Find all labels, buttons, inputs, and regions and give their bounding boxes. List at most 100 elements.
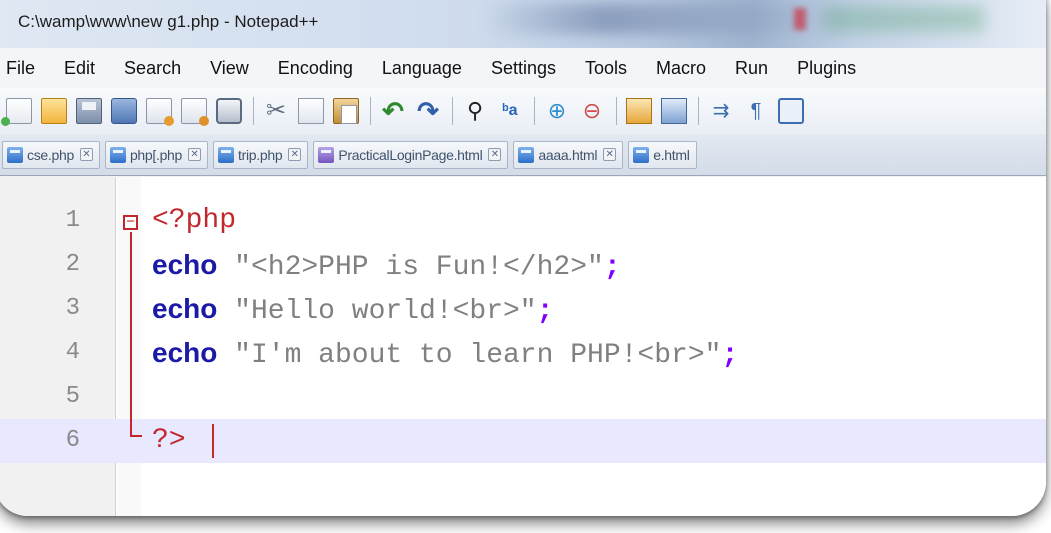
toolbar-separator	[616, 97, 617, 125]
close-icon[interactable]	[146, 98, 174, 126]
fold-collapse-icon[interactable]: −	[123, 214, 138, 230]
text-caret	[212, 424, 214, 458]
copy-icon[interactable]	[298, 98, 324, 124]
menu-edit[interactable]: Edit	[64, 58, 95, 79]
menu-macro[interactable]: Macro	[656, 58, 706, 79]
line-number: 6	[65, 427, 80, 454]
line-number: 5	[65, 383, 80, 410]
title-bar-blurred-region	[794, 8, 806, 30]
semicolon: ;	[536, 296, 554, 327]
toolbar: ✂ ↶ ↷ ⚲ ᵇa ⊕ ⊖ ⇉ ¶	[0, 88, 1046, 134]
keyword-echo: echo	[152, 293, 218, 324]
open-file-icon[interactable]	[41, 98, 67, 124]
string-literal: "<h2>PHP is Fun!</h2>"	[217, 252, 604, 283]
close-tab-icon[interactable]: ✕	[188, 148, 202, 161]
keyword-echo: echo	[152, 249, 218, 280]
print-icon[interactable]	[216, 98, 242, 124]
keyword-echo: echo	[152, 337, 218, 368]
document-icon	[633, 146, 650, 163]
toolbar-separator	[698, 97, 699, 125]
window-title: C:\wamp\www\new g1.php - Notepad++	[18, 12, 319, 31]
save-icon[interactable]	[76, 98, 102, 124]
menu-run[interactable]: Run	[735, 58, 768, 79]
code-text: echo "<h2>PHP is Fun!</h2>";	[152, 243, 621, 290]
menu-settings[interactable]: Settings	[491, 58, 556, 79]
line-number: 4	[65, 339, 80, 366]
close-tab-icon[interactable]: ✕	[288, 148, 302, 161]
close-tab-icon[interactable]: ✕	[488, 148, 502, 161]
tab-label: e.html	[653, 146, 690, 163]
tab-label: php[.php	[129, 146, 183, 163]
code-line[interactable]: 1 <?php	[0, 199, 1046, 243]
redo-icon[interactable]: ↷	[415, 98, 441, 124]
toolbar-separator	[534, 97, 535, 125]
tab-php-php[interactable]: php[.php ✕	[104, 140, 209, 169]
code-text: echo "I'm about to learn PHP!<br>";	[152, 331, 738, 378]
document-icon	[318, 146, 335, 163]
sync-horizontal-icon[interactable]	[661, 98, 687, 124]
document-icon	[7, 146, 23, 163]
php-close-tag: ?>	[152, 425, 186, 456]
code-line[interactable]: 2 echo "<h2>PHP is Fun!</h2>";	[0, 243, 1046, 287]
zoom-in-icon[interactable]: ⊕	[544, 98, 570, 124]
code-line[interactable]: 3 echo "Hello world!<br>";	[0, 287, 1046, 331]
find-icon[interactable]: ⚲	[462, 98, 488, 124]
code-line[interactable]: 4 echo "I'm about to learn PHP!<br>";	[0, 331, 1046, 375]
title-bar: C:\wamp\www\new g1.php - Notepad++	[0, 0, 1046, 48]
tab-label: trip.php	[238, 146, 283, 163]
menu-bar: File Edit Search View Encoding Language …	[0, 48, 1046, 88]
menu-plugins[interactable]: Plugins	[797, 58, 856, 79]
menu-file[interactable]: File	[6, 58, 35, 79]
zoom-out-icon[interactable]: ⊖	[579, 98, 605, 124]
tab-aaaa-html[interactable]: aaaa.html ✕	[513, 140, 624, 169]
line-number: 1	[65, 207, 80, 234]
tab-cse-php[interactable]: cse.php ✕	[2, 140, 100, 169]
tab-label: PracticalLoginPage.html	[338, 146, 483, 163]
line-number: 2	[65, 251, 80, 278]
close-all-icon[interactable]	[181, 98, 209, 126]
string-literal: "Hello world!<br>"	[217, 296, 537, 327]
semicolon: ;	[603, 252, 621, 283]
new-file-icon[interactable]	[1, 98, 32, 126]
php-open-tag: <?php	[152, 205, 237, 236]
code-line-current[interactable]: 6 ?>	[0, 419, 1046, 463]
close-tab-icon[interactable]: ✕	[603, 148, 617, 161]
tab-bar: cse.php ✕ php[.php ✕ trip.php ✕ Practica…	[0, 134, 1046, 176]
menu-search[interactable]: Search	[124, 58, 181, 79]
tab-label: cse.php	[27, 146, 74, 163]
code-editor[interactable]: 1 <?php 2 echo "<h2>PHP is Fun!</h2>"; 3…	[0, 177, 1046, 516]
tab-practicalloginpage-html[interactable]: PracticalLoginPage.html ✕	[313, 140, 509, 169]
tab-trip-php[interactable]: trip.php ✕	[213, 140, 309, 169]
title-bar-blurred-region	[484, 4, 844, 34]
tab-label: aaaa.html	[538, 146, 598, 163]
toolbar-separator	[253, 97, 254, 125]
notepad-plus-plus-window: C:\wamp\www\new g1.php - Notepad++ File …	[0, 0, 1046, 516]
string-literal: "I'm about to learn PHP!<br>"	[217, 340, 722, 371]
code-text: echo "Hello world!<br>";	[152, 287, 553, 334]
save-all-icon[interactable]	[111, 98, 137, 124]
menu-language[interactable]: Language	[382, 58, 462, 79]
tab-e-html[interactable]: e.html	[628, 140, 697, 169]
paste-icon[interactable]	[333, 98, 359, 124]
code-line[interactable]: 5	[0, 375, 1046, 419]
toolbar-separator	[370, 97, 371, 125]
title-bar-blurred-region	[824, 6, 984, 32]
indent-guide-icon[interactable]	[778, 98, 804, 124]
document-icon	[218, 146, 235, 163]
document-icon	[109, 146, 126, 163]
toolbar-separator	[452, 97, 453, 125]
fold-range-line	[130, 232, 132, 435]
close-tab-icon[interactable]: ✕	[79, 148, 93, 161]
fold-range-end	[130, 435, 142, 437]
menu-encoding[interactable]: Encoding	[278, 58, 353, 79]
undo-icon[interactable]: ↶	[380, 98, 406, 124]
cut-icon[interactable]: ✂	[263, 98, 289, 124]
menu-tools[interactable]: Tools	[585, 58, 627, 79]
replace-icon[interactable]: ᵇa	[497, 98, 523, 124]
semicolon: ;	[721, 340, 739, 371]
line-number: 3	[65, 295, 80, 322]
word-wrap-icon[interactable]: ⇉	[708, 98, 734, 124]
sync-vertical-icon[interactable]	[626, 98, 652, 124]
show-all-chars-icon[interactable]: ¶	[743, 98, 769, 124]
menu-view[interactable]: View	[210, 58, 249, 79]
